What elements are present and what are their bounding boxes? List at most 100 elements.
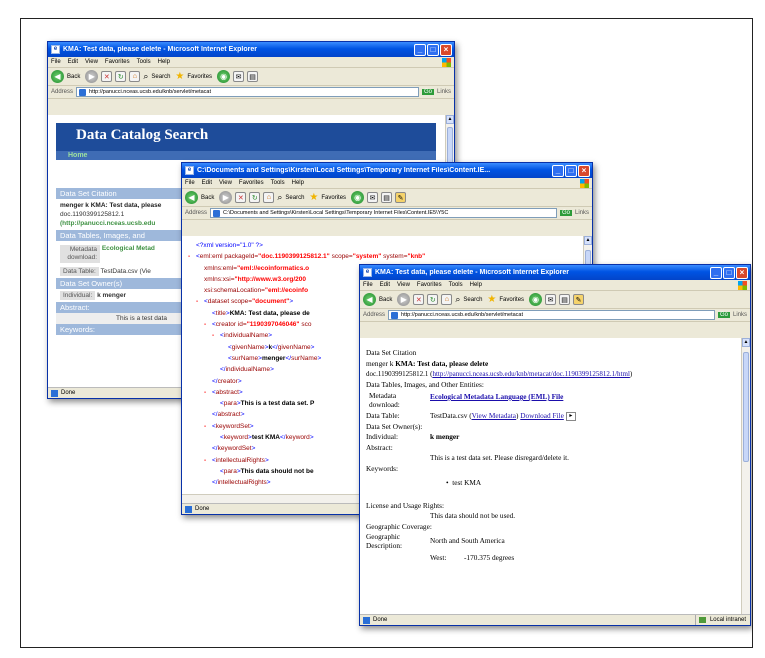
menu-favorites[interactable]: Favorites: [239, 180, 264, 186]
menu-view[interactable]: View: [397, 282, 410, 288]
menu-view[interactable]: View: [85, 59, 98, 65]
minimize-button[interactable]: _: [710, 266, 722, 279]
download-icon[interactable]: ▸: [565, 411, 576, 421]
menu-help[interactable]: Help: [292, 180, 304, 186]
address-bar: Address http://panucci.nceas.ucsb.edu/kn…: [360, 309, 750, 322]
stop-icon[interactable]: ✕: [101, 71, 113, 82]
search-icon[interactable]: ⌕: [455, 294, 460, 305]
go-button[interactable]: Go: [421, 89, 434, 95]
menu-help[interactable]: Help: [158, 59, 170, 65]
download-file-link[interactable]: Download File: [520, 411, 564, 422]
favorites-icon[interactable]: ★: [175, 71, 184, 82]
menu-tools[interactable]: Tools: [137, 59, 151, 65]
go-button[interactable]: Go: [559, 210, 572, 216]
print-icon[interactable]: ▤: [559, 294, 571, 305]
title-bar[interactable]: e C:\Documents and Settings\Kirsten\Loca…: [182, 163, 592, 178]
edit-icon[interactable]: ✎: [573, 294, 585, 305]
vertical-scrollbar[interactable]: ▲: [741, 338, 750, 614]
back-label[interactable]: Back: [379, 297, 392, 303]
media-icon[interactable]: ◉: [351, 191, 365, 204]
search-icon[interactable]: ⌕: [277, 192, 282, 203]
address-bar: Address C:\Documents and Settings\Kirste…: [182, 207, 592, 220]
mail-icon[interactable]: ✉: [233, 71, 245, 82]
maximize-button[interactable]: □: [565, 164, 577, 177]
title-bar[interactable]: e KMA: Test data, please delete - Micros…: [48, 42, 454, 57]
print-icon[interactable]: ▤: [381, 192, 393, 203]
table-value[interactable]: TestData.csv (Vie: [100, 268, 150, 275]
media-icon[interactable]: ◉: [529, 293, 543, 306]
collapse-toggle[interactable]: -: [204, 387, 212, 398]
license-heading: License and Usage Rights:: [366, 500, 445, 510]
favorites-label[interactable]: Favorites: [321, 195, 346, 201]
view-metadata-link[interactable]: View Metadata: [472, 411, 516, 422]
home-icon[interactable]: ⌂: [441, 294, 453, 305]
stop-icon[interactable]: ✕: [413, 294, 425, 305]
stop-icon[interactable]: ✕: [235, 192, 247, 203]
home-icon[interactable]: ⌂: [263, 192, 275, 203]
eml-file-link[interactable]: Ecological Metadata Language (EML) File: [430, 392, 563, 409]
back-icon[interactable]: ◀: [51, 70, 64, 83]
citation-link[interactable]: http://panucci.nceas.ucsb.edu/knb/metaca…: [432, 370, 629, 378]
collapse-toggle[interactable]: -: [188, 251, 196, 262]
menu-tools[interactable]: Tools: [449, 282, 463, 288]
forward-icon[interactable]: ▶: [85, 70, 99, 83]
home-link[interactable]: Home: [56, 151, 436, 160]
collapse-toggle[interactable]: -: [196, 296, 204, 307]
close-button[interactable]: ×: [440, 43, 452, 56]
mail-icon[interactable]: ✉: [367, 192, 379, 203]
favorites-icon[interactable]: ★: [309, 192, 318, 203]
address-input[interactable]: C:\Documents and Settings\Kirsten\Local …: [210, 208, 557, 218]
links-button[interactable]: Links: [575, 210, 589, 216]
print-icon[interactable]: ▤: [247, 71, 259, 82]
links-button[interactable]: Links: [733, 312, 747, 318]
maximize-button[interactable]: □: [723, 266, 735, 279]
menu-edit[interactable]: Edit: [202, 180, 212, 186]
menu-tools[interactable]: Tools: [271, 180, 285, 186]
edit-icon[interactable]: ✎: [395, 192, 407, 203]
close-button[interactable]: ×: [578, 164, 590, 177]
menu-favorites[interactable]: Favorites: [417, 282, 442, 288]
back-label[interactable]: Back: [67, 74, 80, 80]
menu-edit[interactable]: Edit: [380, 282, 390, 288]
search-label[interactable]: Search: [285, 195, 304, 201]
search-icon[interactable]: ⌕: [143, 71, 148, 82]
forward-icon[interactable]: ▶: [397, 293, 411, 306]
back-icon[interactable]: ◀: [185, 191, 198, 204]
maximize-button[interactable]: □: [427, 43, 439, 56]
go-button[interactable]: Go: [717, 312, 730, 318]
menu-file[interactable]: File: [363, 282, 373, 288]
close-button[interactable]: ×: [736, 266, 748, 279]
address-input[interactable]: http://panucci.nceas.ucsb.edu/knb/servle…: [76, 87, 419, 97]
links-button[interactable]: Links: [437, 89, 451, 95]
menu-file[interactable]: File: [185, 180, 195, 186]
title-bar[interactable]: e KMA: Test data, please delete - Micros…: [360, 265, 750, 280]
refresh-icon[interactable]: ↻: [115, 71, 127, 82]
collapse-toggle[interactable]: -: [204, 421, 212, 432]
address-input[interactable]: http://panucci.nceas.ucsb.edu/knb/servle…: [388, 310, 715, 320]
home-icon[interactable]: ⌂: [129, 71, 141, 82]
mail-icon[interactable]: ✉: [545, 294, 557, 305]
search-label[interactable]: Search: [463, 297, 482, 303]
media-icon[interactable]: ◉: [217, 70, 231, 83]
minimize-button[interactable]: _: [552, 164, 564, 177]
back-label[interactable]: Back: [201, 195, 214, 201]
back-icon[interactable]: ◀: [363, 293, 376, 306]
collapse-toggle[interactable]: -: [204, 319, 212, 330]
favorites-label[interactable]: Favorites: [499, 297, 524, 303]
table-label: Data Table:: [60, 267, 99, 276]
collapse-toggle[interactable]: -: [204, 455, 212, 466]
menu-edit[interactable]: Edit: [68, 59, 78, 65]
favorites-icon[interactable]: ★: [487, 294, 496, 305]
collapse-toggle[interactable]: -: [212, 330, 220, 341]
favorites-label[interactable]: Favorites: [187, 74, 212, 80]
search-label[interactable]: Search: [151, 74, 170, 80]
menu-file[interactable]: File: [51, 59, 61, 65]
menu-favorites[interactable]: Favorites: [105, 59, 130, 65]
menu-help[interactable]: Help: [470, 282, 482, 288]
refresh-icon[interactable]: ↻: [249, 192, 261, 203]
refresh-icon[interactable]: ↻: [427, 294, 439, 305]
metadata-link[interactable]: Ecological Metad: [102, 245, 155, 252]
menu-view[interactable]: View: [219, 180, 232, 186]
minimize-button[interactable]: _: [414, 43, 426, 56]
forward-icon[interactable]: ▶: [219, 191, 233, 204]
